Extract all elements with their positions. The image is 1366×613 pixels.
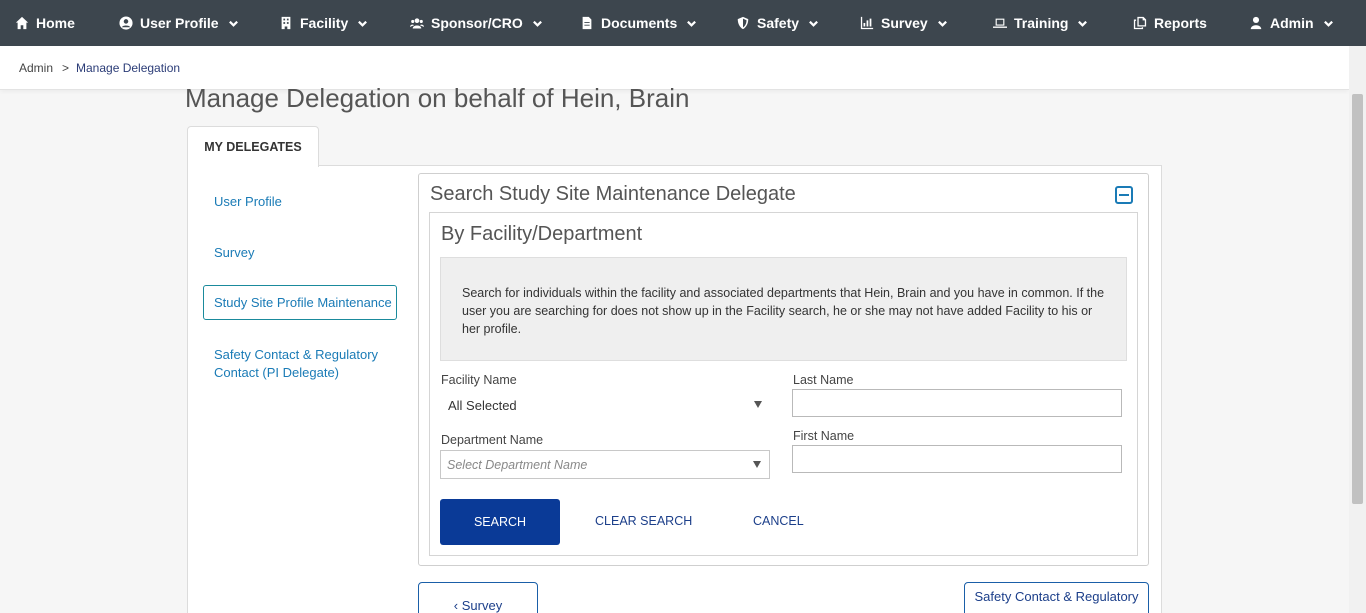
caret-down-icon bbox=[754, 401, 762, 408]
info-message: Search for individuals within the facili… bbox=[440, 257, 1127, 361]
first-name-label: First Name bbox=[793, 429, 855, 443]
breadcrumb-admin-link[interactable]: Admin bbox=[19, 61, 53, 75]
nav-home-label: Home bbox=[36, 15, 75, 31]
panel-title: Search Study Site Maintenance Delegate bbox=[430, 183, 796, 205]
chevron-down-icon bbox=[358, 20, 368, 27]
sidebar-item-user-profile[interactable]: User Profile bbox=[214, 193, 282, 211]
cancel-button[interactable]: CANCEL bbox=[753, 514, 804, 528]
nav-user-profile-label: User Profile bbox=[140, 15, 219, 31]
department-name-select[interactable]: Select Department Name bbox=[440, 450, 770, 479]
facility-name-label: Facility Name bbox=[441, 373, 517, 387]
sidebar-item-study-site-profile-maintenance[interactable]: Study Site Profile Maintenance bbox=[203, 285, 397, 320]
first-name-input[interactable] bbox=[792, 445, 1122, 473]
chevron-down-icon bbox=[809, 20, 818, 27]
chevron-down-icon bbox=[228, 20, 238, 27]
scrollbar-thumb[interactable] bbox=[1352, 94, 1363, 504]
last-name-label: Last Name bbox=[793, 373, 854, 387]
chevron-down-icon bbox=[1078, 20, 1088, 27]
chevron-down-icon bbox=[1323, 20, 1333, 27]
nav-reports[interactable]: Reports bbox=[1133, 0, 1207, 46]
user-circle-icon bbox=[119, 16, 133, 30]
users-icon bbox=[410, 18, 424, 29]
sidebar-item-survey[interactable]: Survey bbox=[214, 244, 254, 262]
nav-reports-label: Reports bbox=[1154, 15, 1207, 31]
nav-training[interactable]: Training bbox=[993, 0, 1088, 46]
last-name-input[interactable] bbox=[792, 389, 1122, 417]
top-nav: Home User Profile Facility Sponsor/CRO D… bbox=[0, 0, 1366, 46]
tab-my-delegates[interactable]: MY DELEGATES bbox=[187, 126, 319, 167]
nav-sponsor-label: Sponsor/CRO bbox=[431, 15, 523, 31]
shield-icon bbox=[737, 16, 749, 30]
clear-search-button[interactable]: CLEAR SEARCH bbox=[595, 514, 692, 528]
nav-user-profile[interactable]: User Profile bbox=[119, 0, 239, 46]
facility-name-select[interactable]: All Selected bbox=[440, 391, 770, 419]
breadcrumb-current: Manage Delegation bbox=[76, 61, 181, 75]
nav-facility-label: Facility bbox=[300, 15, 349, 31]
building-icon bbox=[281, 16, 291, 30]
nav-sponsor[interactable]: Sponsor/CRO bbox=[410, 0, 543, 46]
nav-safety-label: Safety bbox=[757, 15, 800, 31]
nav-safety[interactable]: Safety bbox=[736, 0, 819, 46]
nav-admin-label: Admin bbox=[1270, 15, 1314, 31]
nav-survey-label: Survey bbox=[881, 15, 928, 31]
collapse-button[interactable] bbox=[1115, 186, 1133, 204]
nav-documents-label: Documents bbox=[601, 15, 678, 31]
search-button[interactable]: SEARCH bbox=[440, 499, 560, 545]
next-safety-contact-button[interactable]: Safety Contact & Regulatory bbox=[964, 582, 1149, 613]
nav-training-label: Training bbox=[1014, 15, 1069, 31]
nav-facility[interactable]: Facility bbox=[279, 0, 368, 46]
bar-chart-icon bbox=[860, 16, 874, 30]
file-icon bbox=[582, 16, 592, 30]
laptop-icon bbox=[993, 18, 1007, 28]
department-name-label: Department Name bbox=[441, 433, 544, 447]
nav-home[interactable]: Home bbox=[15, 0, 75, 46]
breadcrumb-separator: > bbox=[62, 61, 70, 75]
chevron-down-icon bbox=[937, 20, 947, 27]
chevron-down-icon bbox=[687, 20, 697, 27]
chevron-down-icon bbox=[532, 20, 542, 27]
nav-documents[interactable]: Documents bbox=[580, 0, 697, 46]
previous-survey-button[interactable]: ‹ Survey bbox=[418, 582, 538, 613]
department-name-placeholder: Select Department Name bbox=[447, 457, 588, 472]
page-scrollbar[interactable] bbox=[1349, 46, 1366, 613]
sidebar-item-safety-contact[interactable]: Safety Contact & Regulatory Contact (PI … bbox=[214, 346, 394, 382]
minus-icon bbox=[1119, 194, 1129, 196]
nav-admin[interactable]: Admin bbox=[1249, 0, 1334, 46]
user-icon bbox=[1250, 16, 1262, 30]
nav-survey[interactable]: Survey bbox=[860, 0, 948, 46]
copy-icon bbox=[1133, 16, 1147, 30]
caret-down-icon bbox=[753, 460, 761, 468]
home-icon bbox=[15, 16, 29, 30]
section-title: By Facility/Department bbox=[441, 223, 643, 245]
page-title: Manage Delegation on behalf of Hein, Bra… bbox=[185, 83, 690, 113]
facility-name-value: All Selected bbox=[448, 397, 517, 413]
